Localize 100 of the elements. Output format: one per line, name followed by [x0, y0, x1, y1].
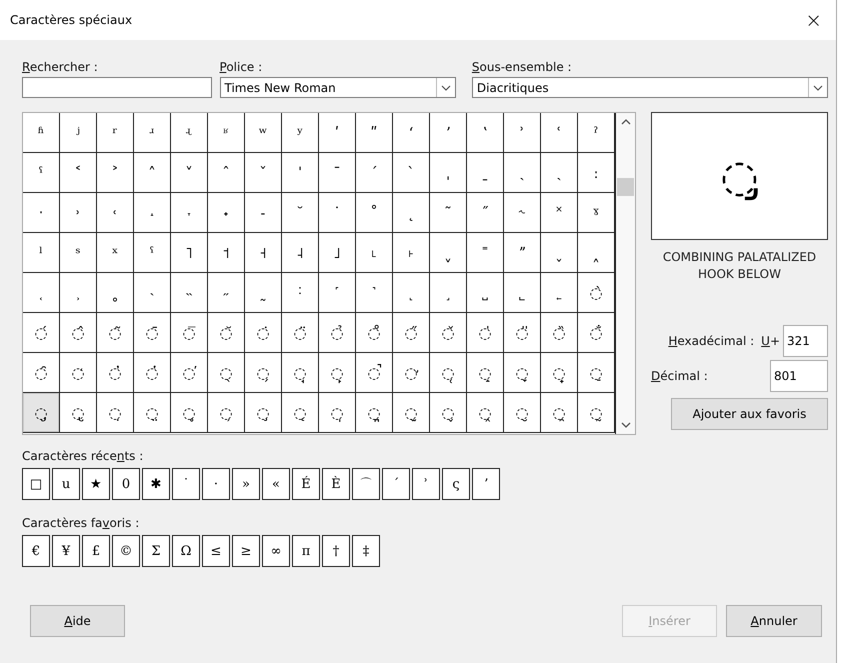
- add-favorite-button[interactable]: Ajouter aux favoris: [671, 398, 828, 430]
- favorite-character[interactable]: π: [292, 535, 320, 567]
- character-cell[interactable]: ˟: [541, 193, 578, 233]
- character-cell[interactable]: ˴: [134, 273, 171, 313]
- character-cell[interactable]: ˳: [97, 273, 134, 313]
- character-cell[interactable]: ◌̞: [504, 353, 541, 393]
- recent-character[interactable]: ⌒: [352, 468, 380, 500]
- character-cell[interactable]: ˯: [541, 233, 578, 273]
- character-cell[interactable]: ◌̀: [578, 273, 615, 313]
- character-cell[interactable]: ˪: [356, 233, 393, 273]
- character-cell[interactable]: ˩: [319, 233, 356, 273]
- recent-character[interactable]: ✱: [142, 468, 170, 500]
- character-cell[interactable]: ◌̈: [282, 313, 319, 353]
- recent-character[interactable]: ʾ: [412, 468, 440, 500]
- character-cell[interactable]: ˞: [504, 193, 541, 233]
- character-cell[interactable]: ˘: [282, 193, 319, 233]
- character-cell[interactable]: ʽ: [467, 113, 504, 153]
- character-cell[interactable]: ◌̓: [97, 353, 134, 393]
- character-cell[interactable]: ˑ: [23, 193, 60, 233]
- character-cell[interactable]: ◌́: [23, 313, 60, 353]
- character-cell[interactable]: ◌̍: [467, 313, 504, 353]
- character-cell[interactable]: ˭: [467, 233, 504, 273]
- favorite-character[interactable]: ≥: [232, 535, 260, 567]
- character-cell[interactable]: ˻: [393, 273, 430, 313]
- character-cell[interactable]: ◌̤: [134, 393, 171, 433]
- scrollbar[interactable]: [616, 113, 635, 434]
- recent-character[interactable]: ★: [82, 468, 110, 500]
- character-cell[interactable]: ◌̆: [208, 313, 245, 353]
- character-cell[interactable]: ˵: [171, 273, 208, 313]
- character-cell[interactable]: ˼: [430, 273, 467, 313]
- character-cell[interactable]: ◌̐: [578, 313, 615, 353]
- recent-character[interactable]: □: [22, 468, 50, 500]
- favorite-character[interactable]: ‡: [352, 535, 380, 567]
- subset-dropdown[interactable]: Diacritiques: [472, 77, 828, 98]
- character-cell[interactable]: ◌̢: [60, 393, 97, 433]
- recent-character[interactable]: »: [232, 468, 260, 500]
- recent-character[interactable]: È: [322, 468, 350, 500]
- character-cell[interactable]: ˸: [282, 273, 319, 313]
- character-cell[interactable]: ˶: [208, 273, 245, 313]
- character-cell[interactable]: ˒: [60, 193, 97, 233]
- character-cell[interactable]: ˫: [393, 233, 430, 273]
- character-cell[interactable]: ˌ: [430, 153, 467, 193]
- recent-character[interactable]: 0: [112, 468, 140, 500]
- recent-character[interactable]: ʼ: [472, 468, 500, 500]
- character-cell[interactable]: ʻ: [393, 113, 430, 153]
- character-cell[interactable]: ˄: [134, 153, 171, 193]
- character-cell[interactable]: ◌̮: [504, 393, 541, 433]
- character-cell[interactable]: ˂: [60, 153, 97, 193]
- character-cell[interactable]: ◌̯: [541, 393, 578, 433]
- character-cell[interactable]: ◌̗: [245, 353, 282, 393]
- character-cell[interactable]: ◌̇: [245, 313, 282, 353]
- character-cell[interactable]: ˨: [282, 233, 319, 273]
- character-cell[interactable]: ˹: [319, 273, 356, 313]
- character-cell[interactable]: ˽: [467, 273, 504, 313]
- character-cell[interactable]: ◌̄: [134, 313, 171, 353]
- character-cell[interactable]: ˍ: [467, 153, 504, 193]
- character-cell[interactable]: ◌̚: [356, 353, 393, 393]
- character-cell[interactable]: ˈ: [282, 153, 319, 193]
- character-cell[interactable]: ◌̙: [319, 353, 356, 393]
- character-cell[interactable]: ˥: [171, 233, 208, 273]
- character-cell[interactable]: ◌̝: [467, 353, 504, 393]
- character-cell[interactable]: ˋ: [393, 153, 430, 193]
- recent-character[interactable]: ˙: [172, 468, 200, 500]
- character-cell[interactable]: ◌̂: [60, 313, 97, 353]
- character-cell[interactable]: ˬ: [430, 233, 467, 273]
- character-cell[interactable]: ʼ: [430, 113, 467, 153]
- recent-character[interactable]: ς: [442, 468, 470, 500]
- character-cell[interactable]: ˅: [171, 153, 208, 193]
- character-cell[interactable]: ◌̌: [430, 313, 467, 353]
- close-button[interactable]: ×: [801, 8, 826, 32]
- character-cell[interactable]: ◌̔: [134, 353, 171, 393]
- scrollbar-thumb[interactable]: [617, 178, 634, 196]
- character-cell[interactable]: ◌̅: [171, 313, 208, 353]
- character-cell[interactable]: ˤ: [134, 233, 171, 273]
- character-cell[interactable]: ʹ: [319, 113, 356, 153]
- character-cell[interactable]: ˕: [171, 193, 208, 233]
- favorite-character[interactable]: €: [22, 535, 50, 567]
- hex-field[interactable]: 321: [783, 325, 828, 357]
- scroll-up-icon[interactable]: [620, 119, 630, 125]
- character-cell[interactable]: ˇ: [245, 153, 282, 193]
- character-cell[interactable]: ˣ: [97, 233, 134, 273]
- character-cell[interactable]: ˱: [23, 273, 60, 313]
- favorite-character[interactable]: ∞: [262, 535, 290, 567]
- character-cell[interactable]: ◌̖: [208, 353, 245, 393]
- character-cell[interactable]: ˷: [245, 273, 282, 313]
- favorite-character[interactable]: ≤: [202, 535, 230, 567]
- cancel-button[interactable]: Annuler: [726, 605, 822, 637]
- character-cell[interactable]: ◌̋: [393, 313, 430, 353]
- character-cell[interactable]: ◌̒: [60, 353, 97, 393]
- character-cell[interactable]: ʳ: [97, 113, 134, 153]
- search-field[interactable]: [22, 77, 212, 98]
- character-cell[interactable]: ◌̑: [23, 353, 60, 393]
- character-cell[interactable]: ◌̎: [504, 313, 541, 353]
- character-cell[interactable]: ˧: [245, 233, 282, 273]
- favorite-character[interactable]: Σ: [142, 535, 170, 567]
- character-cell[interactable]: ˃: [97, 153, 134, 193]
- character-cell[interactable]: ˝: [467, 193, 504, 233]
- character-cell[interactable]: ˗: [245, 193, 282, 233]
- character-cell[interactable]: ◌̏: [541, 313, 578, 353]
- help-button[interactable]: Aide: [30, 605, 125, 637]
